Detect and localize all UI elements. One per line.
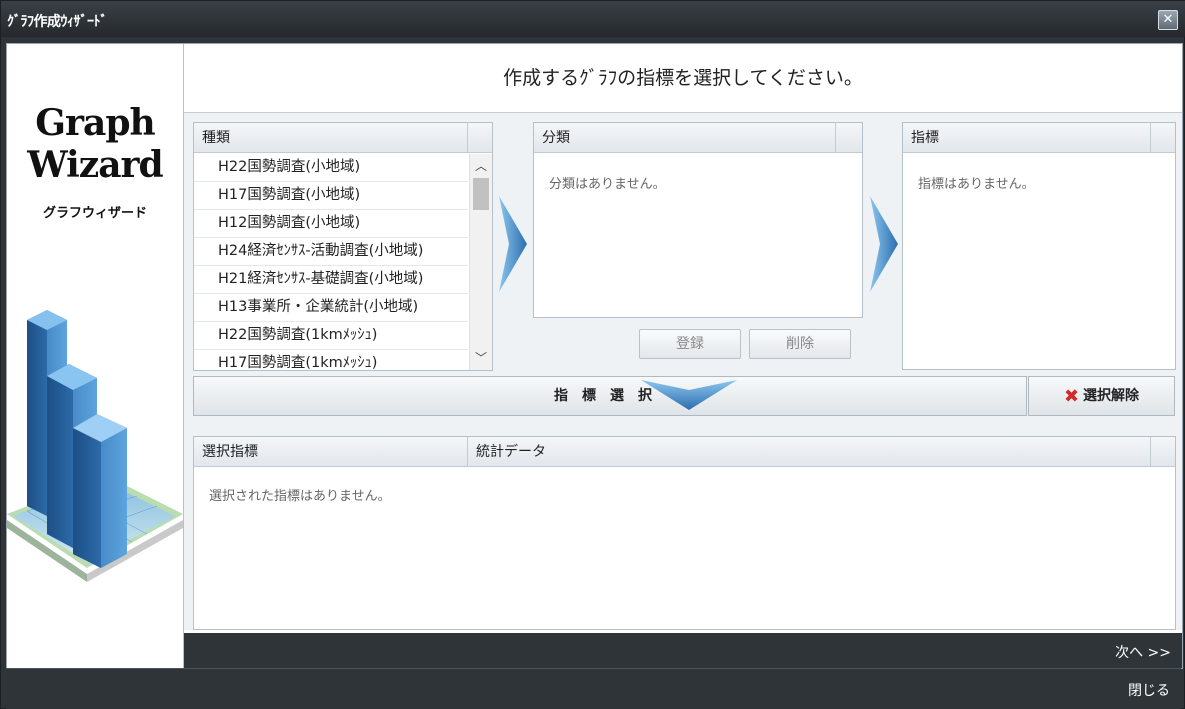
unselect-button[interactable]: ✖ 選択解除 xyxy=(1028,376,1175,416)
wizard-window: ｸﾞﾗﾌ作成ｳｨｻﾞｰﾄﾞ ✕ Graph Wizard グラフウィザード 作成… xyxy=(0,0,1185,709)
list-item[interactable]: H22国勢調査(1kmﾒｯｼｭ) xyxy=(194,322,468,350)
remove-icon: ✖ xyxy=(1063,386,1080,407)
logo-text-wizard: Wizard xyxy=(27,144,163,186)
selected-indicators-table: 選択指標 統計データ 選択された指標はありません。 xyxy=(193,436,1176,630)
chevron-right-icon xyxy=(870,196,898,292)
header-spacer xyxy=(1150,437,1175,467)
indicator-empty-text: 指標はありません。 xyxy=(918,177,1035,192)
column-header-stats: 統計データ xyxy=(476,444,546,460)
chevron-down-icon xyxy=(641,380,737,410)
type-list-scrollbar[interactable]: ︿ ﹀ xyxy=(469,154,492,370)
list-item[interactable]: H22国勢調査(小地域) xyxy=(194,154,468,182)
close-button[interactable]: 閉じる xyxy=(1128,680,1170,700)
next-button[interactable]: 次へ >> xyxy=(1115,642,1171,662)
type-panel: 種類 H22国勢調査(小地域) H17国勢調査(小地域) H12国勢調査(小地域… xyxy=(193,122,493,371)
type-list[interactable]: H22国勢調査(小地域) H17国勢調査(小地域) H12国勢調査(小地域) H… xyxy=(194,154,468,370)
list-item[interactable]: H21経済ｾﾝｻｽ-基礎調査(小地域) xyxy=(194,266,468,294)
title-bar: ｸﾞﾗﾌ作成ｳｨｻﾞｰﾄﾞ ✕ xyxy=(1,1,1185,37)
page-title: 作成するｸﾞﾗﾌの指標を選択してください。 xyxy=(184,44,1182,113)
logo-subtitle: グラフウィザード xyxy=(42,206,147,221)
indicator-panel: 指標 指標はありません。 xyxy=(902,122,1176,370)
type-header: 種類 xyxy=(194,123,492,153)
header-spacer xyxy=(467,123,492,153)
delete-button[interactable]: 削除 xyxy=(749,329,851,359)
logo-text-graph: Graph xyxy=(35,102,155,144)
column-header-selected: 選択指標 xyxy=(202,444,258,460)
indicator-header-label: 指標 xyxy=(911,130,939,146)
wizard-nav-bar: 次へ >> xyxy=(184,633,1182,668)
window-title: ｸﾞﾗﾌ作成ｳｨｻﾞｰﾄﾞ xyxy=(7,14,108,30)
bar-chart-illustration xyxy=(7,310,183,582)
unselect-label: 選択解除 xyxy=(1083,388,1140,404)
table-header: 選択指標 統計データ xyxy=(194,437,1175,467)
list-item[interactable]: H17国勢調査(1kmﾒｯｼｭ) xyxy=(194,350,468,370)
select-indicator-button[interactable]: 指標選択 xyxy=(193,376,1027,416)
close-icon[interactable]: ✕ xyxy=(1158,10,1178,30)
scroll-down-icon[interactable]: ﹀ xyxy=(470,348,492,368)
wizard-content: Graph Wizard グラフウィザード 作成するｸﾞﾗﾌの指標を選択してくだ… xyxy=(6,43,1183,669)
list-item[interactable]: H17国勢調査(小地域) xyxy=(194,182,468,210)
list-item[interactable]: H24経済ｾﾝｻｽ-活動調査(小地域) xyxy=(194,238,468,266)
scroll-thumb[interactable] xyxy=(473,178,489,210)
scroll-up-icon[interactable]: ︿ xyxy=(470,156,492,176)
header-spacer xyxy=(1150,123,1175,153)
category-header: 分類 xyxy=(534,123,862,153)
list-item[interactable]: H13事業所・企業統計(小地域) xyxy=(194,294,468,322)
category-panel: 分類 分類はありません。 xyxy=(533,122,863,318)
list-item[interactable]: H12国勢調査(小地域) xyxy=(194,210,468,238)
category-empty-text: 分類はありません。 xyxy=(549,177,666,192)
wizard-main: 作成するｸﾞﾗﾌの指標を選択してください。 種類 H22国勢調査(小地域) H1… xyxy=(184,44,1182,630)
indicator-header: 指標 xyxy=(903,123,1175,153)
wizard-sidebar: Graph Wizard グラフウィザード xyxy=(7,44,184,668)
selected-empty-text: 選択された指標はありません。 xyxy=(209,489,391,504)
window-footer: 閉じる xyxy=(6,668,1181,709)
type-header-label: 種類 xyxy=(202,130,230,146)
register-button[interactable]: 登録 xyxy=(639,329,741,359)
column-divider xyxy=(467,437,468,467)
chevron-right-icon xyxy=(499,196,527,292)
category-header-label: 分類 xyxy=(542,130,570,146)
header-spacer xyxy=(835,123,862,153)
